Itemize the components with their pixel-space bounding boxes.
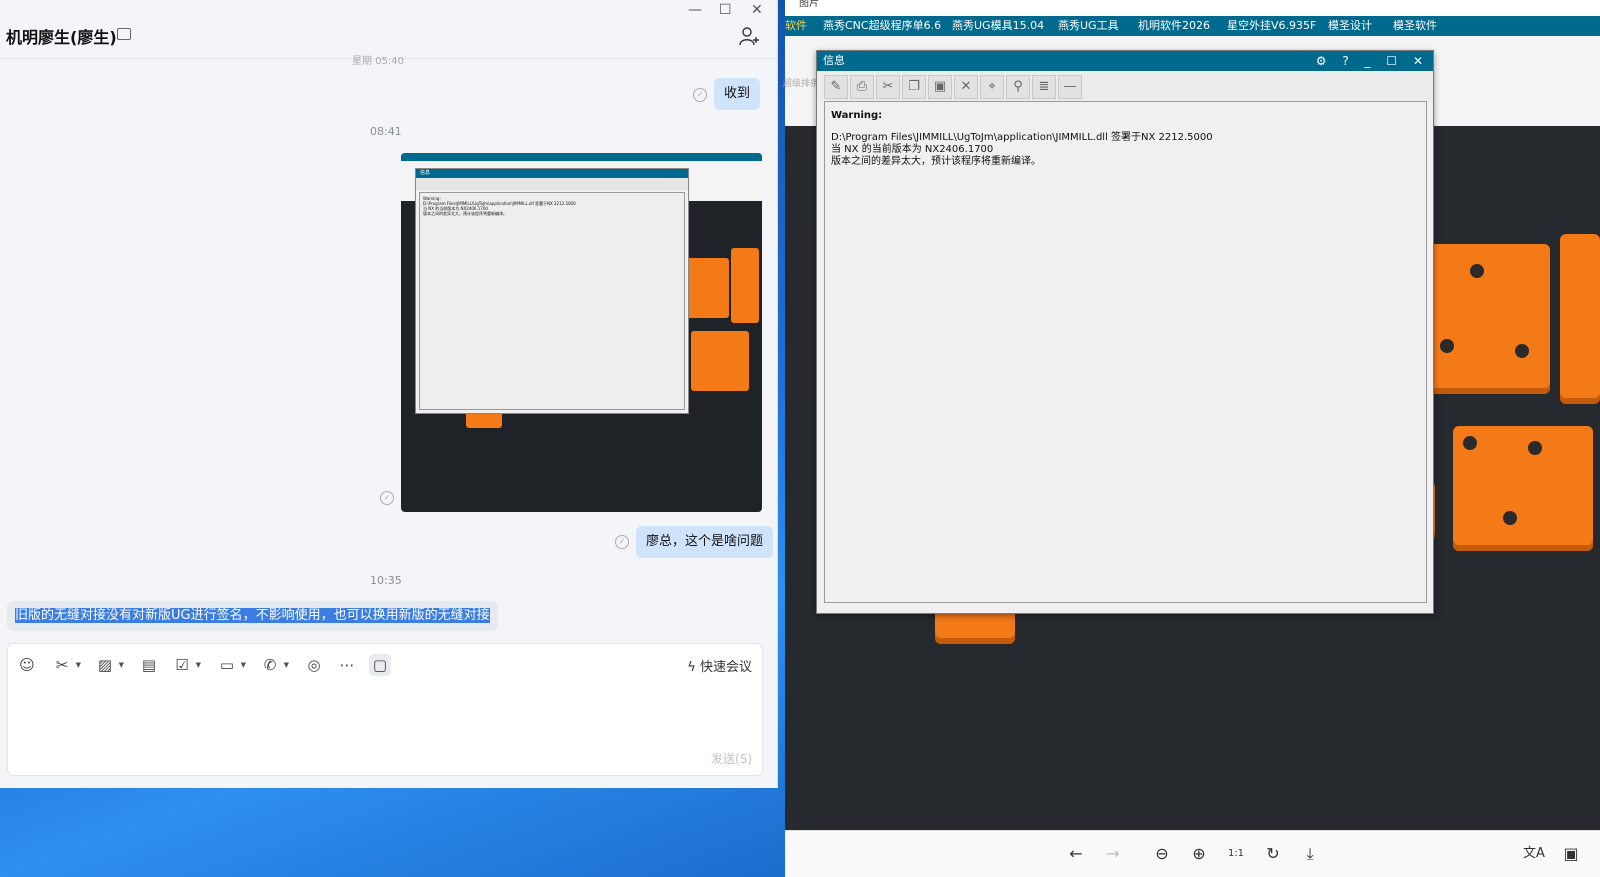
nx-menubar: 软件 燕秀CNC超级程序单6.6 燕秀UG模具15.04 燕秀UG工具 机明软件… <box>785 16 1600 36</box>
document-icon[interactable]: ▤ <box>138 654 160 676</box>
thumb-mold-part <box>684 258 729 318</box>
read-receipt-icon: ✓ <box>615 535 629 549</box>
chat-window: 机明廖生(廖生) — ☐ ✕ 星期 05:40 ✓ 收到 08:41 ✓ 信息 … <box>0 0 778 788</box>
quick-meeting-label: 快速会议 <box>699 660 752 675</box>
chat-history-icon[interactable]: ▢ <box>369 654 391 676</box>
thumb-mold-part <box>731 248 759 323</box>
actual-size-icon[interactable]: 1:1 <box>1225 843 1247 865</box>
message-line-1: D:\Program Files\JIMMILL\UgToJm\applicat… <box>831 132 1213 143</box>
menu-item[interactable]: 软件 <box>785 16 807 36</box>
save-icon[interactable]: ✎ <box>824 75 848 99</box>
image-icon[interactable]: ▨ ▼ <box>94 654 124 676</box>
thumb-dialog-body: Warning: D:\Program Files\JIMMILL\UgToJm… <box>419 192 685 410</box>
read-receipt-icon: ✓ <box>693 88 707 102</box>
zoom-out-icon[interactable]: ⊖ <box>1151 843 1173 865</box>
mold-feature <box>1515 344 1529 358</box>
menu-item[interactable]: 模圣设计 <box>1328 16 1372 36</box>
close-button[interactable]: ✕ <box>751 2 763 18</box>
menu-item[interactable]: 机明软件2026 <box>1138 16 1210 36</box>
dialog-title: 信息 <box>823 54 845 67</box>
locate-icon[interactable]: ⌖ <box>980 75 1004 99</box>
cut-icon[interactable]: ✂ <box>876 75 900 99</box>
find-icon[interactable]: ⚲ <box>1006 75 1030 99</box>
mold-part <box>1560 234 1600 404</box>
thumb-menubar <box>401 153 762 161</box>
mold-feature <box>1528 441 1542 455</box>
viewer-toolbar: ← → ⊖ ⊕ 1:1 ↻ ⤓ 文A ▣ <box>785 830 1600 877</box>
message-line-2: 当 NX 的当前版本为 NX2406.1700 <box>831 144 994 155</box>
viewer-title: 图片 <box>785 0 1600 16</box>
copilot-icon[interactable]: ◎ <box>303 654 325 676</box>
ribbon-item-label: 超级排条 <box>783 79 820 89</box>
send-button[interactable]: 发送(S) <box>711 750 752 767</box>
message-bubble-sent[interactable]: 廖总，这个是啥问题 <box>636 526 774 558</box>
image-message-thumbnail[interactable]: 信息 Warning: D:\Program Files\JIMMILL\UgT… <box>401 153 762 512</box>
folder-icon[interactable]: ▭ ▼ <box>216 654 246 676</box>
add-member-icon[interactable] <box>739 26 761 46</box>
emoji-icon[interactable]: ☺ <box>16 654 38 676</box>
mold-feature <box>1440 339 1454 353</box>
message-composer[interactable]: ☺ ✂ ▼ ▨ ▼ ▤ ☑ ▼ ▭ ▼ ✆ ▼ ◎ ⋯ ▢ ϟ 快速会议 发送(S) <box>7 643 763 776</box>
menu-item[interactable]: 燕秀CNC超级程序单6.6 <box>823 16 941 36</box>
collapse-icon[interactable]: — <box>1058 75 1082 99</box>
phone-icon[interactable]: ✆ ▼ <box>259 654 289 676</box>
menu-item[interactable]: 燕秀UG模具15.04 <box>952 16 1044 36</box>
mold-part <box>1453 426 1593 551</box>
timestamp: 10:35 <box>370 574 402 587</box>
print-icon[interactable]: ⎙ <box>850 75 874 99</box>
chat-header: 机明廖生(廖生) — ☐ ✕ <box>0 0 777 59</box>
warning-label: Warning: <box>831 110 883 121</box>
timestamp: 08:41 <box>370 125 402 138</box>
message-bubble-received[interactable]: 旧版的无缝对接没有对新版UG进行签名，不影响使用，也可以换用新版的无缝对接 <box>7 601 498 631</box>
mold-feature <box>1470 264 1484 278</box>
more-icon[interactable]: ⋯ <box>336 654 358 676</box>
mold-feature <box>1503 511 1517 525</box>
message-line-3: 版本之间的差异太大，预计该程序将重新编译。 <box>831 156 1041 167</box>
ocr-icon[interactable]: ▣ <box>1560 843 1582 865</box>
selected-message-text[interactable]: 旧版的无缝对接没有对新版UG进行签名，不影响使用，也可以换用新版的无缝对接 <box>15 608 490 623</box>
copy-icon[interactable]: ❐ <box>902 75 926 99</box>
dialog-message-area[interactable]: Warning: D:\Program Files\JIMMILL\UgToJm… <box>824 101 1427 603</box>
zoom-in-icon[interactable]: ⊕ <box>1188 843 1210 865</box>
message-bubble-sent[interactable]: 收到 <box>714 78 761 110</box>
format-icon[interactable]: ≣ <box>1032 75 1056 99</box>
forward-icon[interactable]: → <box>1102 843 1124 865</box>
delete-icon[interactable]: ✕ <box>954 75 978 99</box>
maximize-button[interactable]: ☐ <box>719 2 732 18</box>
dialog-titlebar: 信息 ⚙ ? _ ☐ ✕ <box>817 51 1433 71</box>
menu-item[interactable]: 模圣软件 <box>1393 16 1437 36</box>
quick-meeting-button[interactable]: ϟ 快速会议 <box>687 656 752 675</box>
scissors-icon[interactable]: ✂ ▼ <box>51 654 81 676</box>
contact-name[interactable]: 机明廖生(廖生) <box>6 24 117 48</box>
mold-feature <box>1463 436 1477 450</box>
menu-item[interactable]: 星空外挂V6.935F <box>1227 16 1316 36</box>
read-receipt-icon: ✓ <box>380 491 394 505</box>
download-icon[interactable]: ⤓ <box>1299 843 1321 865</box>
device-icon <box>117 28 131 40</box>
task-icon[interactable]: ☑ ▼ <box>171 654 201 676</box>
dialog-toolbar: ✎ ⎙ ✂ ❐ ▣ ✕ ⌖ ⚲ ≣ — <box>817 71 1433 101</box>
cut-off-timestamp: 星期 05:40 <box>352 56 404 67</box>
thumb-mold-part <box>691 331 749 391</box>
translate-icon[interactable]: 文A <box>1523 843 1545 865</box>
mold-part <box>1420 244 1550 394</box>
dialog-window-controls[interactable]: ⚙ ? _ ☐ ✕ <box>1316 51 1429 71</box>
thumb-line3: 版本之间的差异太大，预计该程序将重新编译。 <box>423 211 507 216</box>
thumb-dialog: 信息 Warning: D:\Program Files\JIMMILL\UgT… <box>415 168 689 414</box>
back-icon[interactable]: ← <box>1065 843 1087 865</box>
menu-item[interactable]: 燕秀UG工具 <box>1058 16 1119 36</box>
thumb-dialog-title: 信息 <box>416 169 688 178</box>
thumb-dialog-toolbar <box>416 178 688 190</box>
paste-icon[interactable]: ▣ <box>928 75 952 99</box>
rotate-icon[interactable]: ↻ <box>1262 843 1284 865</box>
nx-info-dialog: 信息 ⚙ ? _ ☐ ✕ ✎ ⎙ ✂ ❐ ▣ ✕ ⌖ ⚲ ≣ — Warning… <box>816 50 1434 614</box>
minimize-button[interactable]: — <box>688 2 702 18</box>
lightning-icon: ϟ <box>687 660 696 675</box>
